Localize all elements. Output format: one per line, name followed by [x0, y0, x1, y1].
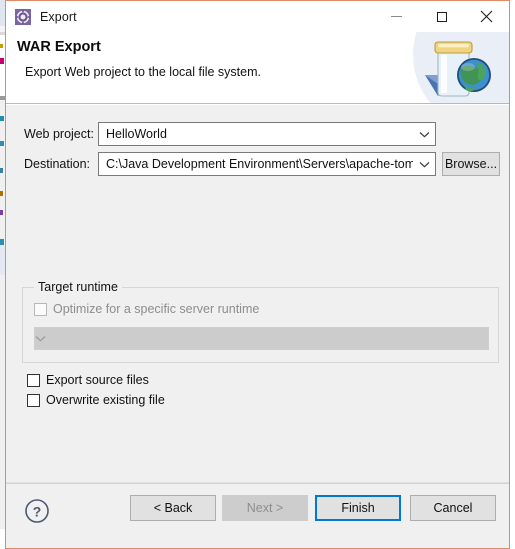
ide-sliver-line: [0, 58, 4, 64]
destination-row: Destination: C:\Java Development Environ…: [6, 152, 509, 176]
close-button[interactable]: [464, 1, 509, 32]
footer-separator: [6, 483, 509, 484]
window-controls: [374, 1, 509, 32]
chevron-down-icon: [35, 335, 46, 342]
page-description: Export Web project to the local file sys…: [25, 65, 261, 79]
help-button[interactable]: ?: [24, 498, 50, 524]
optimize-runtime-checkbox: [34, 302, 47, 316]
browse-button[interactable]: Browse...: [442, 152, 500, 176]
page-title: WAR Export: [17, 39, 101, 55]
dialog-title: Export: [40, 9, 77, 24]
export-source-files-checkbox[interactable]: [27, 373, 40, 387]
svg-text:?: ?: [33, 503, 42, 519]
export-gear-icon: [15, 8, 31, 25]
dialog-banner: WAR Export Export Web project to the loc…: [6, 32, 509, 104]
destination-label: Destination:: [24, 157, 91, 171]
destination-value: C:\Java Development Environment\Servers\…: [106, 157, 413, 171]
web-project-label: Web project:: [24, 127, 94, 141]
minimize-icon: [391, 16, 402, 17]
back-button[interactable]: < Back: [130, 495, 216, 521]
web-project-combo[interactable]: HelloWorld: [98, 122, 436, 146]
maximize-icon: [436, 11, 447, 22]
overwrite-existing-file-checkbox[interactable]: [27, 393, 40, 407]
target-runtime-legend: Target runtime: [34, 280, 122, 294]
cancel-button[interactable]: Cancel: [410, 495, 496, 521]
export-source-files-label: Export source files: [46, 373, 149, 387]
help-question-icon: ?: [25, 499, 49, 523]
ide-sliver-line: [0, 44, 3, 48]
web-project-value: HelloWorld: [106, 127, 167, 141]
war-jar-globe-icon: [425, 41, 491, 97]
export-source-files-row[interactable]: Export source files: [27, 373, 149, 387]
close-icon: [480, 10, 493, 23]
minimize-button[interactable]: [374, 1, 419, 32]
war-export-dialog: Export WAR Export Export Web project to …: [5, 0, 510, 549]
overwrite-existing-file-row[interactable]: Overwrite existing file: [27, 393, 165, 407]
web-project-row: Web project: HelloWorld: [6, 122, 509, 146]
overwrite-existing-file-label: Overwrite existing file: [46, 393, 165, 407]
next-button: Next >: [222, 495, 308, 521]
target-runtime-group: Target runtime Optimize for a specific s…: [22, 280, 499, 363]
target-runtime-combo: [34, 327, 489, 350]
optimize-runtime-checkbox-row[interactable]: Optimize for a specific server runtime: [34, 302, 259, 316]
finish-button[interactable]: Finish: [315, 495, 401, 521]
dialog-title-bar[interactable]: Export: [6, 0, 509, 32]
optimize-runtime-label: Optimize for a specific server runtime: [53, 302, 260, 316]
maximize-button[interactable]: [419, 1, 464, 32]
destination-combo[interactable]: C:\Java Development Environment\Servers\…: [98, 152, 436, 176]
chevron-down-icon[interactable]: [413, 161, 435, 168]
dialog-content: Web project: HelloWorld Destination: C:\…: [6, 104, 509, 482]
chevron-down-icon[interactable]: [413, 131, 435, 138]
dialog-footer: ? < Back Next > Finish Cancel: [6, 482, 509, 548]
